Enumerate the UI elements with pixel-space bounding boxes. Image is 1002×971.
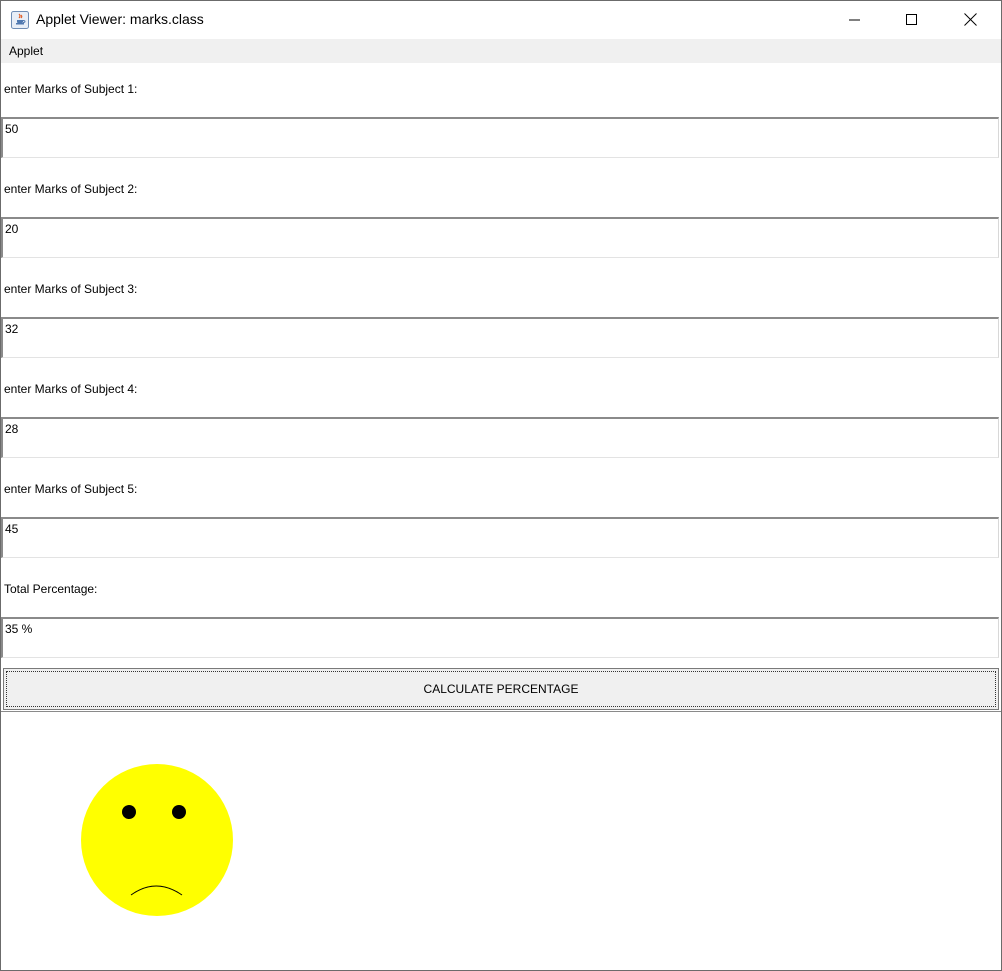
minimize-icon — [849, 11, 861, 30]
subject-1-input[interactable]: 50 — [1, 117, 999, 158]
right-eye — [172, 805, 186, 819]
subject-2-label: enter Marks of Subject 2: — [4, 182, 138, 196]
subject-3-input[interactable]: 32 — [1, 317, 999, 358]
subject-5-label: enter Marks of Subject 5: — [4, 482, 138, 496]
menu-applet[interactable]: Applet — [9, 44, 43, 58]
menu-bar: Applet — [1, 39, 1001, 63]
subject-2-input[interactable]: 20 — [1, 217, 999, 258]
face-circle — [81, 764, 233, 916]
focus-ring — [6, 671, 996, 707]
sad-face-drawing — [81, 764, 233, 916]
total-percentage-output[interactable]: 35 % — [1, 617, 999, 658]
title-bar[interactable]: Applet Viewer: marks.class — [1, 1, 1001, 39]
close-icon — [963, 11, 977, 30]
total-percentage-label: Total Percentage: — [4, 582, 98, 596]
applet-panel: enter Marks of Subject 1: 50 enter Marks… — [1, 63, 1001, 970]
left-eye — [122, 805, 136, 819]
minimize-button[interactable] — [826, 1, 884, 39]
subject-4-input[interactable]: 28 — [1, 417, 999, 458]
applet-viewer-window: Applet Viewer: marks.class Applet enter … — [0, 0, 1002, 971]
window-title: Applet Viewer: marks.class — [36, 11, 204, 27]
subject-4-label: enter Marks of Subject 4: — [4, 382, 138, 396]
maximize-icon — [906, 11, 918, 30]
close-button[interactable] — [941, 1, 999, 39]
java-icon — [11, 11, 29, 29]
subject-1-label: enter Marks of Subject 1: — [4, 82, 138, 96]
subject-5-input[interactable]: 45 — [1, 517, 999, 558]
drawing-canvas — [1, 711, 1001, 970]
calculate-percentage-button[interactable]: CALCULATE PERCENTAGE — [3, 668, 999, 710]
subject-3-label: enter Marks of Subject 3: — [4, 282, 138, 296]
maximize-button[interactable] — [883, 1, 941, 39]
